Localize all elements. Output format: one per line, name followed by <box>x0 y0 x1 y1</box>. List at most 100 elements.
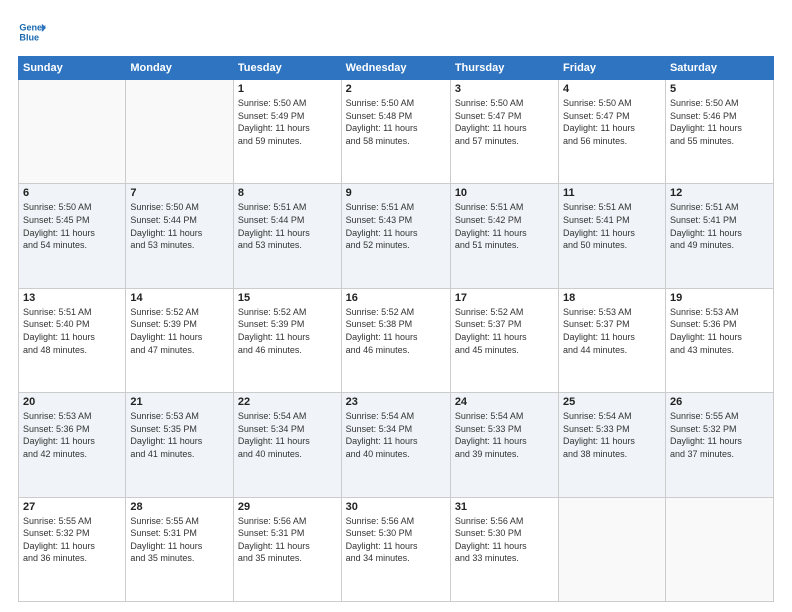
calendar-cell: 13 Sunrise: 5:51 AM Sunset: 5:40 PM Dayli… <box>19 288 126 392</box>
calendar-cell: 1Sunrise: 5:50 AM Sunset: 5:49 PM Daylig… <box>233 80 341 184</box>
calendar-cell: 5 Sunrise: 5:50 AM Sunset: 5:46 PM Daylig… <box>665 80 773 184</box>
logo-icon: General Blue <box>18 18 46 46</box>
day-info: Sunrise: 5:56 AM Sunset: 5:30 PM Dayligh… <box>455 515 554 565</box>
day-info: Sunrise: 5:52 AM Sunset: 5:39 PM Dayligh… <box>238 306 337 356</box>
calendar-cell: 4 Sunrise: 5:50 AM Sunset: 5:47 PM Daylig… <box>559 80 666 184</box>
day-number: 4 <box>563 83 661 95</box>
day-info: Sunrise: 5:55 AM Sunset: 5:32 PM Dayligh… <box>23 515 121 565</box>
calendar-header-row: SundayMondayTuesdayWednesdayThursdayFrid… <box>19 57 774 80</box>
day-number: 31 <box>455 501 554 513</box>
calendar-cell: 31 Sunrise: 5:56 AM Sunset: 5:30 PM Dayli… <box>450 497 558 601</box>
calendar-cell: 23Sunrise: 5:54 AM Sunset: 5:34 PM Dayli… <box>341 393 450 497</box>
day-info: Sunrise: 5:54 AM Sunset: 5:34 PM Dayligh… <box>238 410 337 460</box>
calendar-cell: 27 Sunrise: 5:55 AM Sunset: 5:32 PM Dayli… <box>19 497 126 601</box>
day-number: 29 <box>238 501 337 513</box>
calendar-cell: 12 Sunrise: 5:51 AM Sunset: 5:41 PM Dayli… <box>665 184 773 288</box>
day-number: 12 <box>670 187 769 199</box>
calendar-cell: 30 Sunrise: 5:56 AM Sunset: 5:30 PM Dayli… <box>341 497 450 601</box>
calendar-week-row: 27 Sunrise: 5:55 AM Sunset: 5:32 PM Dayli… <box>19 497 774 601</box>
calendar-cell <box>665 497 773 601</box>
calendar-cell <box>559 497 666 601</box>
day-number: 18 <box>563 292 661 304</box>
weekday-header: Sunday <box>19 57 126 80</box>
calendar-cell: 16 Sunrise: 5:52 AM Sunset: 5:38 PM Dayli… <box>341 288 450 392</box>
day-info: Sunrise: 5:51 AM Sunset: 5:41 PM Dayligh… <box>670 201 769 251</box>
calendar-week-row: 1Sunrise: 5:50 AM Sunset: 5:49 PM Daylig… <box>19 80 774 184</box>
calendar-cell: 3 Sunrise: 5:50 AM Sunset: 5:47 PM Daylig… <box>450 80 558 184</box>
day-info: Sunrise: 5:53 AM Sunset: 5:37 PM Dayligh… <box>563 306 661 356</box>
calendar-cell: 15 Sunrise: 5:52 AM Sunset: 5:39 PM Dayli… <box>233 288 341 392</box>
day-number: 30 <box>346 501 446 513</box>
calendar-cell: 18 Sunrise: 5:53 AM Sunset: 5:37 PM Dayli… <box>559 288 666 392</box>
day-number: 3 <box>455 83 554 95</box>
calendar-cell: 29Sunrise: 5:56 AM Sunset: 5:31 PM Dayli… <box>233 497 341 601</box>
day-number: 27 <box>23 501 121 513</box>
day-number: 10 <box>455 187 554 199</box>
calendar-cell: 7 Sunrise: 5:50 AM Sunset: 5:44 PM Daylig… <box>126 184 234 288</box>
day-info: Sunrise: 5:52 AM Sunset: 5:37 PM Dayligh… <box>455 306 554 356</box>
weekday-header: Monday <box>126 57 234 80</box>
weekday-header: Saturday <box>665 57 773 80</box>
weekday-header: Wednesday <box>341 57 450 80</box>
day-number: 16 <box>346 292 446 304</box>
day-info: Sunrise: 5:54 AM Sunset: 5:34 PM Dayligh… <box>346 410 446 460</box>
day-number: 13 <box>23 292 121 304</box>
day-number: 24 <box>455 396 554 408</box>
day-number: 6 <box>23 187 121 199</box>
weekday-header: Tuesday <box>233 57 341 80</box>
day-number: 22 <box>238 396 337 408</box>
calendar-cell: 20 Sunrise: 5:53 AM Sunset: 5:36 PM Dayli… <box>19 393 126 497</box>
day-info: Sunrise: 5:50 AM Sunset: 5:47 PM Dayligh… <box>455 97 554 147</box>
day-number: 7 <box>130 187 229 199</box>
day-number: 26 <box>670 396 769 408</box>
calendar-cell: 8 Sunrise: 5:51 AM Sunset: 5:44 PM Daylig… <box>233 184 341 288</box>
day-info: Sunrise: 5:50 AM Sunset: 5:47 PM Dayligh… <box>563 97 661 147</box>
day-number: 20 <box>23 396 121 408</box>
calendar-cell: 11Sunrise: 5:51 AM Sunset: 5:41 PM Dayli… <box>559 184 666 288</box>
day-number: 19 <box>670 292 769 304</box>
day-number: 9 <box>346 187 446 199</box>
calendar-cell: 17 Sunrise: 5:52 AM Sunset: 5:37 PM Dayli… <box>450 288 558 392</box>
day-info: Sunrise: 5:53 AM Sunset: 5:35 PM Dayligh… <box>130 410 229 460</box>
calendar-cell: 26 Sunrise: 5:55 AM Sunset: 5:32 PM Dayli… <box>665 393 773 497</box>
calendar-week-row: 13 Sunrise: 5:51 AM Sunset: 5:40 PM Dayli… <box>19 288 774 392</box>
svg-text:Blue: Blue <box>19 32 39 42</box>
day-info: Sunrise: 5:53 AM Sunset: 5:36 PM Dayligh… <box>670 306 769 356</box>
day-number: 14 <box>130 292 229 304</box>
day-info: Sunrise: 5:50 AM Sunset: 5:44 PM Dayligh… <box>130 201 229 251</box>
day-info: Sunrise: 5:51 AM Sunset: 5:44 PM Dayligh… <box>238 201 337 251</box>
calendar-cell: 14 Sunrise: 5:52 AM Sunset: 5:39 PM Dayli… <box>126 288 234 392</box>
day-info: Sunrise: 5:52 AM Sunset: 5:39 PM Dayligh… <box>130 306 229 356</box>
day-number: 5 <box>670 83 769 95</box>
day-info: Sunrise: 5:53 AM Sunset: 5:36 PM Dayligh… <box>23 410 121 460</box>
calendar-cell <box>126 80 234 184</box>
page-header: General Blue <box>18 18 774 46</box>
day-info: Sunrise: 5:56 AM Sunset: 5:30 PM Dayligh… <box>346 515 446 565</box>
calendar-table: SundayMondayTuesdayWednesdayThursdayFrid… <box>18 56 774 602</box>
day-number: 8 <box>238 187 337 199</box>
calendar-cell: 28 Sunrise: 5:55 AM Sunset: 5:31 PM Dayli… <box>126 497 234 601</box>
day-info: Sunrise: 5:50 AM Sunset: 5:46 PM Dayligh… <box>670 97 769 147</box>
day-number: 11 <box>563 187 661 199</box>
calendar-cell: 24 Sunrise: 5:54 AM Sunset: 5:33 PM Dayli… <box>450 393 558 497</box>
day-number: 21 <box>130 396 229 408</box>
day-number: 17 <box>455 292 554 304</box>
day-info: Sunrise: 5:51 AM Sunset: 5:43 PM Dayligh… <box>346 201 446 251</box>
day-number: 28 <box>130 501 229 513</box>
calendar-cell: 22 Sunrise: 5:54 AM Sunset: 5:34 PM Dayli… <box>233 393 341 497</box>
day-info: Sunrise: 5:51 AM Sunset: 5:40 PM Dayligh… <box>23 306 121 356</box>
calendar-cell: 6Sunrise: 5:50 AM Sunset: 5:45 PM Daylig… <box>19 184 126 288</box>
day-info: Sunrise: 5:55 AM Sunset: 5:32 PM Dayligh… <box>670 410 769 460</box>
calendar-cell: 10 Sunrise: 5:51 AM Sunset: 5:42 PM Dayli… <box>450 184 558 288</box>
day-number: 15 <box>238 292 337 304</box>
calendar-cell: 25Sunrise: 5:54 AM Sunset: 5:33 PM Dayli… <box>559 393 666 497</box>
calendar-cell: 9 Sunrise: 5:51 AM Sunset: 5:43 PM Daylig… <box>341 184 450 288</box>
day-info: Sunrise: 5:51 AM Sunset: 5:42 PM Dayligh… <box>455 201 554 251</box>
day-info: Sunrise: 5:54 AM Sunset: 5:33 PM Dayligh… <box>455 410 554 460</box>
day-info: Sunrise: 5:54 AM Sunset: 5:33 PM Dayligh… <box>563 410 661 460</box>
day-info: Sunrise: 5:55 AM Sunset: 5:31 PM Dayligh… <box>130 515 229 565</box>
day-info: Sunrise: 5:52 AM Sunset: 5:38 PM Dayligh… <box>346 306 446 356</box>
day-number: 2 <box>346 83 446 95</box>
calendar-cell: 19 Sunrise: 5:53 AM Sunset: 5:36 PM Dayli… <box>665 288 773 392</box>
calendar-cell <box>19 80 126 184</box>
